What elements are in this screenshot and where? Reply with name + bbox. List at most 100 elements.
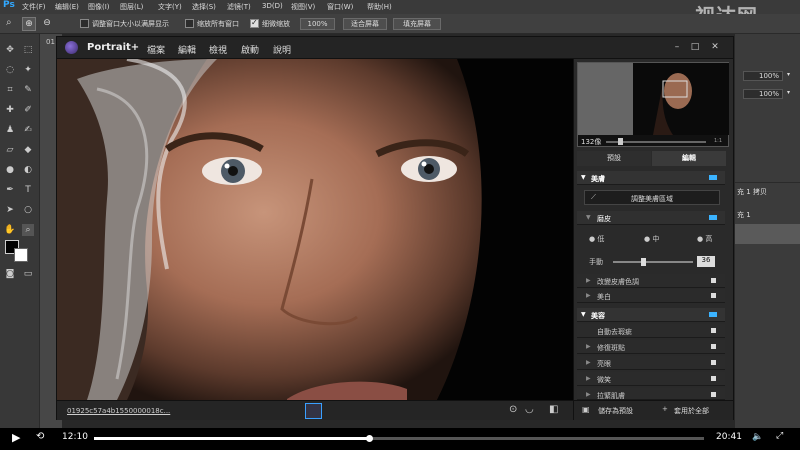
fill-dropdown-icon[interactable]: ▾	[787, 89, 790, 96]
plugin-menu-view[interactable]: 檢視	[209, 43, 227, 56]
navigator-preview[interactable]: 132像 1:1	[577, 62, 729, 147]
menu-type[interactable]: 文字(Y)	[158, 2, 182, 12]
section-beauty[interactable]: ▼ 美容	[577, 308, 725, 322]
plugin-menu-edit[interactable]: 編輯	[178, 43, 196, 56]
layer-row-selected[interactable]	[735, 224, 800, 244]
apply-all-button[interactable]: 套用於全部	[674, 406, 709, 416]
section-toggle-icon[interactable]	[709, 175, 717, 180]
section-toggle-icon[interactable]	[709, 312, 717, 317]
replay-10-icon[interactable]: ⟲	[36, 431, 44, 442]
manual-value-input[interactable]: 36	[697, 256, 715, 267]
pen-tool-icon[interactable]: ✒	[4, 184, 16, 196]
ellipse-tool-icon[interactable]: ○	[22, 204, 34, 216]
background-color-swatch[interactable]	[14, 248, 28, 262]
tab-presets[interactable]: 預設	[577, 151, 651, 166]
brush-tool-icon[interactable]: ✐	[22, 104, 34, 116]
maximize-icon[interactable]: □	[689, 42, 701, 53]
marquee-tool-icon[interactable]: ⬚	[22, 44, 34, 56]
menu-layer[interactable]: 图层(L)	[120, 2, 143, 12]
navigator-zoom-handle[interactable]	[618, 138, 623, 145]
fill-screen-button[interactable]: 填充屏幕	[393, 18, 441, 30]
screen-mode-icon[interactable]: ▭	[22, 268, 34, 280]
image-thumbnail[interactable]	[305, 403, 322, 419]
manual-slider-handle[interactable]	[641, 258, 646, 266]
dodge-tool-icon[interactable]: ◐	[22, 164, 34, 176]
resize-windows-checkbox[interactable]	[80, 19, 89, 28]
tab-edit[interactable]: 編輯	[652, 151, 726, 166]
lasso-tool-icon[interactable]: ◌	[4, 64, 16, 76]
row-skin-tone[interactable]: ▶ 改變皮膚色調	[577, 274, 725, 288]
row-toggle-icon[interactable]	[711, 328, 716, 333]
volume-icon[interactable]: 🔈	[752, 432, 763, 442]
plugin-menu-file[interactable]: 檔案	[147, 43, 165, 56]
menu-view[interactable]: 视图(V)	[291, 2, 315, 12]
menu-filter[interactable]: 滤镜(T)	[227, 2, 251, 12]
zoom-value[interactable]: 100%	[300, 18, 335, 30]
plugin-menu-help[interactable]: 說明	[273, 43, 291, 56]
row-toggle-icon[interactable]	[711, 344, 716, 349]
document-tab-partial[interactable]: 01	[46, 38, 55, 46]
seek-handle[interactable]	[365, 435, 373, 442]
plugin-menu-activate[interactable]: 啟動	[241, 43, 259, 56]
subsection-toggle-icon[interactable]	[709, 215, 717, 220]
magic-wand-icon[interactable]: ✦	[22, 64, 34, 76]
row-toggle-icon[interactable]	[711, 392, 716, 397]
type-tool-icon[interactable]: T	[22, 184, 34, 196]
history-brush-icon[interactable]: ✍	[22, 124, 34, 136]
move-tool-icon[interactable]: ✥	[4, 44, 16, 56]
paint-bucket-icon[interactable]: ◆	[22, 144, 34, 156]
layer-row-copy[interactable]: 充 1 拷贝	[735, 182, 800, 200]
zoom-tool-icon[interactable]: ⌕	[22, 224, 34, 236]
menu-image[interactable]: 图像(I)	[88, 2, 110, 12]
level-low-radio[interactable]: ● 低	[589, 234, 604, 244]
manual-slider-track[interactable]	[613, 261, 693, 263]
seek-bar[interactable]	[94, 435, 704, 442]
opacity-input[interactable]: 100%	[743, 71, 783, 81]
row-toggle-icon[interactable]	[711, 376, 716, 381]
close-icon[interactable]: ✕	[709, 42, 721, 53]
row-toggle-icon[interactable]	[711, 278, 716, 283]
eraser-icon[interactable]: ▱	[4, 144, 16, 156]
healing-brush-icon[interactable]: ✚	[4, 104, 16, 116]
subsection-smoothing[interactable]: ▼ 磨皮	[577, 211, 725, 225]
fit-screen-button[interactable]: 适合屏幕	[343, 18, 387, 30]
menu-file[interactable]: 文件(F)	[22, 2, 46, 12]
row-toggle-icon[interactable]	[711, 360, 716, 365]
navigator-one-to-one[interactable]: 1:1	[714, 138, 722, 144]
fullscreen-icon[interactable]: ⤢	[776, 431, 783, 441]
row-bright-eyes[interactable]: ▶ 亮眼	[577, 356, 725, 370]
row-whiten[interactable]: ▶ 美白	[577, 289, 725, 303]
compare-icon[interactable]: ⊙	[509, 404, 517, 415]
face-icon[interactable]: ◡	[525, 404, 534, 415]
row-auto-remove[interactable]: 自動去瑕疵	[577, 324, 725, 338]
crop-tool-icon[interactable]: ⌗	[4, 84, 16, 96]
menu-edit[interactable]: 编辑(E)	[55, 2, 79, 12]
level-mid-radio[interactable]: ● 中	[644, 234, 659, 244]
stamp-tool-icon[interactable]: ♟	[4, 124, 16, 136]
scrubby-zoom-checkbox[interactable]	[250, 18, 259, 28]
zoom-out-icon[interactable]: ⊖	[40, 17, 54, 31]
opacity-dropdown-icon[interactable]: ▾	[787, 71, 790, 78]
row-smile[interactable]: ▶ 微笑	[577, 372, 725, 386]
hand-tool-icon[interactable]: ✋	[4, 224, 16, 236]
eyedropper-icon[interactable]: ✎	[22, 84, 34, 96]
zoom-all-checkbox[interactable]	[185, 19, 194, 28]
blur-tool-icon[interactable]: ●	[4, 164, 16, 176]
zoom-in-icon[interactable]: ⊕	[22, 17, 36, 31]
minimize-icon[interactable]: –	[671, 42, 683, 53]
row-toggle-icon[interactable]	[711, 293, 716, 298]
play-icon[interactable]: ▶	[12, 431, 20, 444]
adjust-skin-area-button[interactable]: ⟋ 調整美膚區域	[584, 190, 720, 205]
layer-row[interactable]: 充 1	[735, 206, 800, 224]
level-high-radio[interactable]: ● 高	[697, 234, 712, 244]
zoom-tool-icon[interactable]: ⌕	[6, 17, 12, 28]
menu-help[interactable]: 帮助(H)	[367, 2, 392, 12]
portrait-photo[interactable]	[57, 59, 573, 400]
row-face-lift[interactable]: ▶ 拉緊肌膚	[577, 388, 725, 400]
row-fix-blemish[interactable]: ▶ 修復斑點	[577, 340, 725, 354]
path-select-icon[interactable]: ➤	[4, 204, 16, 216]
menu-window[interactable]: 窗口(W)	[327, 2, 353, 12]
fill-input[interactable]: 100%	[743, 89, 783, 99]
section-skin[interactable]: ▼ 美膚	[577, 171, 725, 185]
menu-3d[interactable]: 3D(D)	[262, 2, 283, 10]
